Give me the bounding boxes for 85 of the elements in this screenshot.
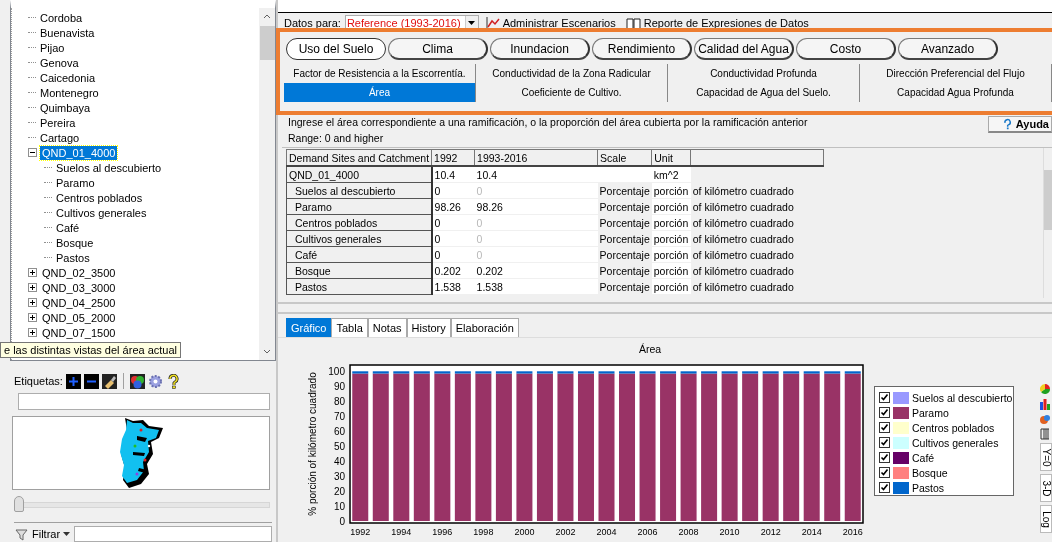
tick-label: 20: [333, 485, 345, 497]
tree-item[interactable]: Cultivos generales: [54, 205, 149, 220]
labels-label: Etiquetas:: [14, 375, 63, 388]
help-button[interactable]: Ayuda: [987, 116, 1052, 133]
tick-label: 2010: [719, 527, 740, 537]
side-tab[interactable]: 3-D: [1040, 474, 1052, 502]
category-button[interactable]: Calidad del Agua: [694, 38, 794, 60]
tree-item[interactable]: QND_01_4000: [40, 145, 118, 160]
category-button[interactable]: Rendimiento: [592, 38, 692, 60]
tick-label: 30: [333, 470, 345, 482]
view-tab[interactable]: Elaboración: [450, 318, 519, 337]
tick-label: 2008: [678, 527, 699, 537]
tree-item[interactable]: QND_05_2000: [40, 310, 118, 325]
tick-label: 2002: [555, 527, 576, 537]
category-button[interactable]: Costo: [796, 38, 896, 60]
filter-button[interactable]: Filtrar: [14, 526, 71, 542]
view-tab[interactable]: History: [406, 318, 451, 337]
tree-item[interactable]: Paramo: [54, 175, 97, 190]
column-header: Demand Sites and Catchment: [286, 149, 432, 166]
tree-item[interactable]: Genova: [38, 55, 81, 70]
toolbar-button[interactable]: Reporte de Expresiones de Datos: [623, 15, 813, 31]
tree-item[interactable]: Caicedonia: [38, 70, 98, 85]
view-tab[interactable]: Gráfico: [286, 318, 332, 337]
tick-label: 40: [333, 455, 345, 467]
range-text: Range: 0 and higher: [287, 132, 385, 146]
side-tab[interactable]: Log: [1040, 505, 1052, 533]
column-header: 1993-2016: [474, 149, 598, 166]
legend-label: Café: [912, 451, 935, 464]
view-tab[interactable]: Notas: [367, 318, 407, 337]
tick-label: 90: [333, 380, 345, 392]
tick-label: 60: [333, 425, 345, 437]
legend-label: Paramo: [912, 406, 949, 419]
column-header: Unit: [651, 149, 691, 166]
tick-label: 2014: [801, 527, 822, 537]
category-button[interactable]: Inundacion: [490, 38, 590, 60]
tick-label: 0: [339, 515, 345, 527]
tick-label: 50: [333, 440, 345, 452]
description-text: Ingrese el área correspondiente a una ramificación, o la proporción del área cubierta por la ramificación anterior: [288, 115, 808, 128]
view-tab[interactable]: Tabla: [331, 318, 368, 337]
tree-item[interactable]: Quimbaya: [38, 100, 93, 115]
side-tab[interactable]: Y=0: [1040, 443, 1052, 471]
tree-item[interactable]: Suelos al descubierto: [54, 160, 164, 175]
tick-label: 2004: [596, 527, 617, 537]
tick-label: 2000: [514, 527, 535, 537]
tree-item[interactable]: Buenavista: [38, 25, 97, 40]
tick-label: 2012: [760, 527, 781, 537]
tree-item[interactable]: Centros poblados: [54, 190, 145, 205]
tree-item[interactable]: Pereira: [38, 115, 78, 130]
tick-label: 10: [333, 500, 345, 512]
tree-item[interactable]: Pastos: [54, 250, 92, 265]
tree-item[interactable]: Café: [54, 220, 82, 235]
chart-title: Área: [637, 342, 663, 357]
tick-label: 100: [328, 365, 345, 377]
tree-item[interactable]: Cartago: [38, 130, 82, 145]
column-header: Scale: [597, 149, 652, 166]
legend-label: Cultivos generales: [912, 436, 999, 449]
category-button[interactable]: Clima: [388, 38, 488, 60]
category-button[interactable]: Uso del Suelo: [286, 38, 386, 60]
variable-tab[interactable]: Área: [284, 83, 476, 102]
tick-label: 1994: [391, 527, 412, 537]
legend-label: Centros poblados: [912, 421, 995, 434]
tooltip: e las distintas vistas del área actual: [0, 342, 182, 358]
tree-item[interactable]: QND_07_1500: [40, 325, 118, 340]
tick-label: 1998: [473, 527, 494, 537]
category-button[interactable]: Avanzado: [898, 38, 998, 60]
tree-item[interactable]: Montenegro: [38, 85, 101, 100]
tree-item[interactable]: Pijao: [38, 40, 67, 55]
tree-item[interactable]: Cordoba: [38, 10, 85, 25]
legend-label: Bosque: [912, 466, 948, 479]
tick-label: 80: [333, 395, 345, 407]
tick-label: 1992: [350, 527, 371, 537]
tick-label: 70: [333, 410, 345, 422]
tick-label: 2006: [637, 527, 658, 537]
toolbar-button[interactable]: Administrar Escenarios: [482, 15, 620, 31]
tree-item[interactable]: QND_04_2500: [40, 295, 118, 310]
tick-label: 1996: [432, 527, 453, 537]
tree-item[interactable]: QND_03_3000: [40, 280, 118, 295]
tree-item[interactable]: Bosque: [54, 235, 96, 250]
tick-label: 2016: [842, 527, 863, 537]
column-header: 1992: [431, 149, 475, 166]
legend-label: Pastos: [912, 481, 945, 494]
axis-title: % porción of kilómetro cuadrado: [307, 372, 318, 516]
legend-label: Suelos al descubierto: [912, 391, 1013, 404]
data-for-label: Datos para:: [284, 17, 341, 29]
tree-item[interactable]: QND_02_3500: [40, 265, 118, 280]
